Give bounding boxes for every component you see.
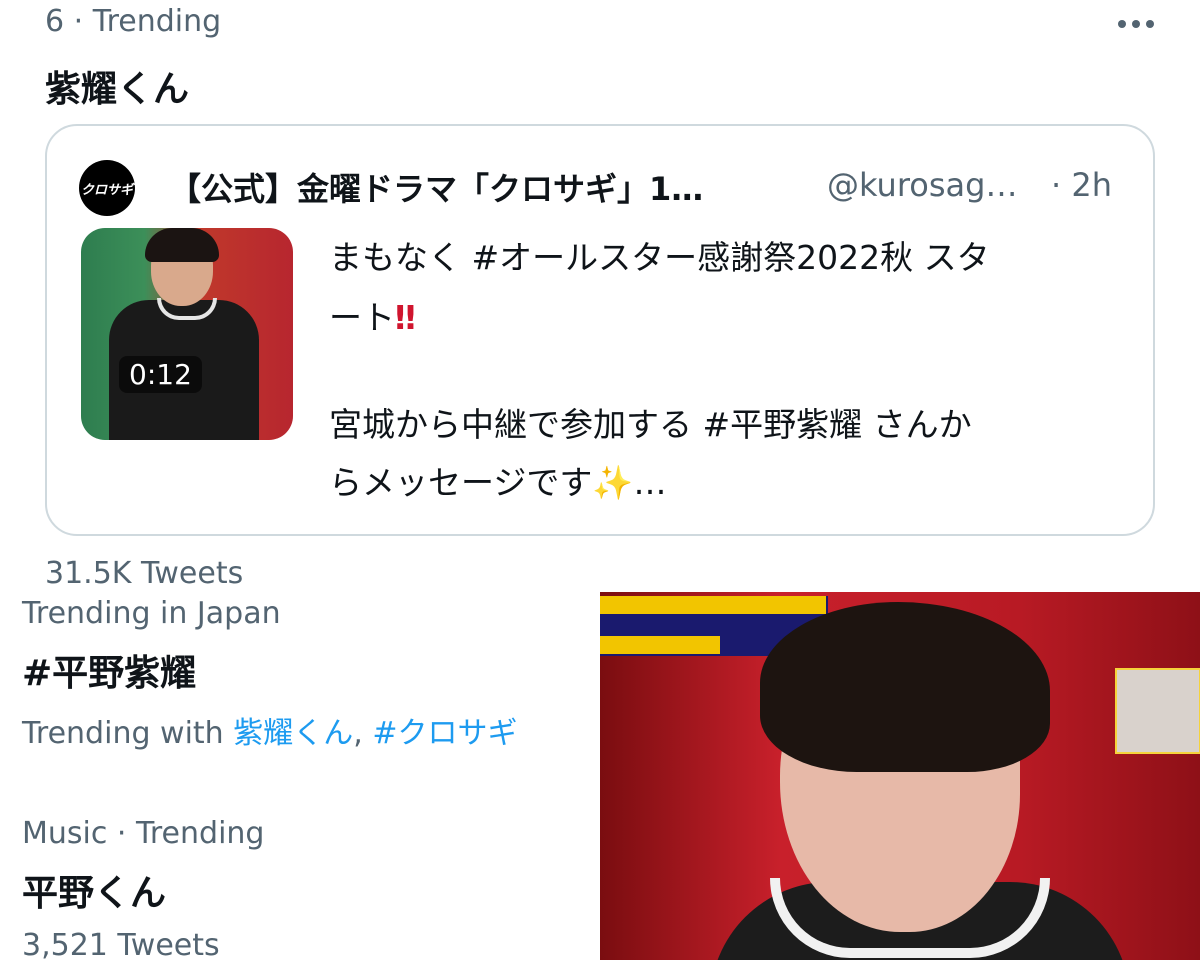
video-duration-badge: 0:12 xyxy=(119,356,202,393)
video-thumbnail[interactable]: 0:12 xyxy=(81,228,293,440)
tweet-author-name[interactable]: 【公式】金曜ドラマ「クロサギ」1… xyxy=(169,164,703,210)
tweet-card[interactable]: クロサギ 【公式】金曜ドラマ「クロサギ」1… @kurosag… · 2h 0:… xyxy=(45,124,1155,536)
sparkles-icon: ✨ xyxy=(592,463,634,502)
more-options-button[interactable] xyxy=(1108,6,1164,42)
more-dot-3 xyxy=(1146,20,1154,28)
avatar[interactable]: クロサギ xyxy=(79,160,135,216)
trend3-category: Music · Trending xyxy=(22,816,265,851)
more-dot-2 xyxy=(1132,20,1140,28)
trend2-title[interactable]: #平野紫耀 xyxy=(22,644,196,696)
tweet-author-handle[interactable]: @kurosag… xyxy=(827,166,1017,204)
tv-inset-window xyxy=(1115,668,1200,754)
tweet-text-ellipsis: … xyxy=(633,463,667,502)
trending-with-label: Trending with xyxy=(22,716,224,751)
trending-with-link-shiyo-kun[interactable]: 紫耀くん xyxy=(233,716,353,751)
trend2-trending-with: Trending with 紫耀くん, #クロサギ xyxy=(22,708,517,752)
trend1-category: 6 · Trending xyxy=(45,4,222,39)
video-person-hair xyxy=(145,228,219,262)
tweet-text-line2: ート‼ xyxy=(329,291,416,339)
tweet-text-line3: 宮城から中継で参加する #平野紫耀 さんか xyxy=(329,405,972,444)
trending-with-link-kurosagi[interactable]: #クロサギ xyxy=(372,716,517,751)
trend1-title[interactable]: 紫耀くん xyxy=(45,60,189,112)
trend3-title[interactable]: 平野くん xyxy=(22,864,166,916)
tweet-timestamp[interactable]: · 2h xyxy=(1051,166,1112,204)
double-exclamation-icon: ‼ xyxy=(395,298,416,337)
tv-broadcast-photo xyxy=(600,592,1200,960)
tweet-text-line4: らメッセージです✨… xyxy=(329,456,666,504)
tweet-text-line2-text: ート xyxy=(329,298,395,337)
more-horizontal-icon xyxy=(1118,20,1126,28)
tv-person-hair xyxy=(760,602,1050,772)
trending-with-separator: , xyxy=(353,716,363,751)
tv-caption-bar-bottom xyxy=(600,636,720,654)
trend2-category: Trending in Japan xyxy=(22,596,281,631)
tweet-text-line4-text: らメッセージです xyxy=(329,463,593,502)
tweet-text-line1: まもなく #オールスター感謝祭2022秋 スタ xyxy=(329,238,990,277)
tv-caption-bar-top xyxy=(600,596,826,614)
trend1-tweet-count: 31.5K Tweets xyxy=(45,556,244,591)
trend3-tweet-count: 3,521 Tweets xyxy=(22,928,220,963)
